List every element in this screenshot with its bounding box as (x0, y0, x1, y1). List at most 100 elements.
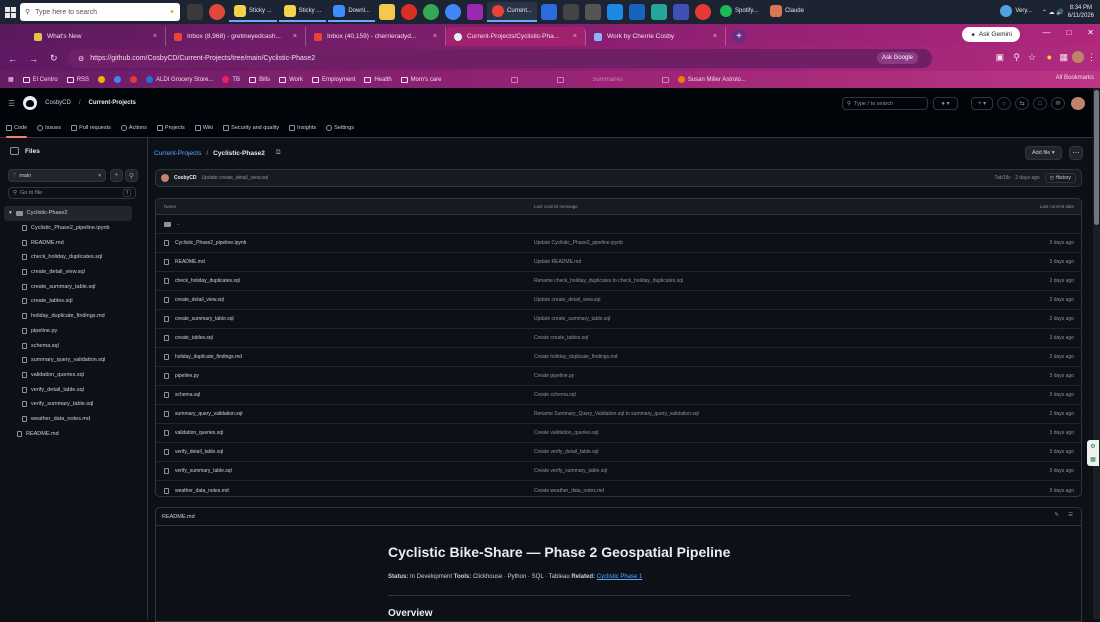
ask-google-button[interactable]: Ask Google (876, 52, 918, 64)
commit-message-link[interactable]: Create schema.sql (534, 392, 961, 398)
app-icon[interactable] (541, 4, 558, 20)
file-name-link[interactable]: summary_query_validation.sql (175, 411, 243, 417)
file-name-link[interactable]: create_detail_view.sql (175, 297, 224, 303)
parent-directory-row[interactable]: .. (156, 215, 1081, 234)
bookmark-folder[interactable]: El Centro (22, 76, 58, 83)
tab-security[interactable]: Security and quality (223, 118, 279, 138)
close-window-icon[interactable]: ✕ (1087, 28, 1094, 37)
table-row[interactable]: create_tables.sql Create create_tables.sq… (156, 329, 1081, 348)
browser-tab[interactable]: Inbox (8,968) - gretmeyedcash... × (166, 27, 306, 46)
close-icon[interactable]: × (153, 33, 157, 40)
commit-message-link[interactable]: Rename Summary_Query_Validation.sql to s… (534, 411, 961, 417)
bookmark-folder[interactable]: Health (364, 76, 392, 83)
pull-requests-icon[interactable]: ⇆ (1015, 97, 1029, 110)
repo-owner-link[interactable]: CosbyCD (45, 100, 71, 106)
tree-file[interactable]: pipeline.py (0, 324, 148, 339)
commit-message-link[interactable]: Update create_detail_view.sql (534, 297, 961, 303)
tab-pull-requests[interactable]: Pull requests (71, 118, 111, 138)
add-file-icon[interactable]: + (110, 169, 123, 182)
menu-icon[interactable]: ⋮ (1087, 52, 1096, 63)
tree-file[interactable]: check_holiday_duplicates.sql (0, 250, 148, 265)
cast-icon[interactable]: ▣ (995, 52, 1004, 63)
tree-file[interactable]: create_tables.sql (0, 294, 148, 309)
weather-widget[interactable]: Very... (995, 2, 1037, 22)
bookmark-link[interactable] (130, 76, 138, 83)
file-name-link[interactable]: holiday_duplicate_findings.md (175, 354, 242, 360)
tree-file[interactable]: README.md (0, 426, 148, 441)
file-name-link[interactable]: schema.sql (175, 392, 200, 398)
table-row[interactable]: holiday_duplicate_findings.md Create holi… (156, 348, 1081, 367)
table-row[interactable]: verify_detail_table.sql Create verify_det… (156, 443, 1081, 462)
taskbar-app-chrome[interactable]: Current... (487, 2, 538, 22)
history-button[interactable]: ◷ History (1044, 173, 1076, 183)
file-name-link[interactable]: pipeline.py (175, 373, 199, 379)
tab-code[interactable]: Code (6, 118, 28, 138)
commit-message-link[interactable]: Create validation_queries.sql (534, 430, 961, 436)
copilot-button[interactable]: ● ▾ (933, 97, 958, 110)
side-panel-toggle[interactable]: ⚙ ▦ (1087, 440, 1099, 466)
table-row[interactable]: pipeline.py Create pipeline.py 3 days ago (156, 367, 1081, 386)
browser-tab[interactable]: What's New × (26, 27, 166, 46)
app-icon[interactable] (629, 4, 646, 20)
file-name-link[interactable]: create_summary_table.sql (175, 316, 234, 322)
file-name-link[interactable]: Cyclistic_Phase2_pipeline.ipynb (175, 240, 246, 246)
file-name-link[interactable]: check_holiday_duplicates.sql (175, 278, 240, 284)
collapse-sidebar-icon[interactable] (10, 147, 19, 155)
bookmark-star-icon[interactable]: ☆ (1028, 52, 1036, 63)
clock[interactable]: 8:34 PM 6/11/2026 (1068, 4, 1094, 20)
tree-folder-cyclistic-phase2[interactable]: ▾ Cyclistic-Phase2 (4, 206, 132, 221)
system-tray-icons[interactable]: ⌃ ☁ 🔊 (1042, 9, 1064, 16)
app-icon[interactable] (695, 4, 712, 20)
close-icon[interactable]: × (573, 33, 577, 40)
taskbar-app-sticky-1[interactable]: Sticky ... (229, 2, 277, 22)
tree-file[interactable]: validation_queries.sql (0, 368, 148, 383)
hamburger-menu-icon[interactable]: ☰ (8, 99, 15, 108)
back-icon[interactable]: ← (8, 54, 17, 64)
github-logo-icon[interactable] (23, 96, 38, 110)
commit-message-link[interactable]: Create weather_data_notes.md (534, 488, 961, 494)
copy-path-icon[interactable]: ⧉ (276, 149, 281, 157)
bookmark-folder[interactable]: Employment (311, 76, 355, 83)
bookmark-link[interactable]: Summaries (593, 77, 623, 83)
forward-icon[interactable]: → (29, 54, 38, 64)
address-bar[interactable]: ⚙ https://github.com/CosbyCD/Current-Pro… (68, 49, 932, 68)
go-to-file-input[interactable]: ⚲ Go to file t (8, 187, 136, 199)
app-icon[interactable] (651, 4, 668, 20)
table-row[interactable]: create_summary_table.sql Update create_su… (156, 310, 1081, 329)
taskbar-app-claude[interactable]: Claude (765, 2, 809, 22)
taskbar-app-sticky-2[interactable]: Sticky ... (278, 2, 327, 22)
app-icon[interactable] (209, 4, 225, 20)
commit-message[interactable]: Update create_detail_view.sql (202, 175, 268, 181)
branch-selector[interactable]: ᛉ main ▾ (8, 169, 106, 182)
page-scrollbar[interactable] (1093, 88, 1100, 619)
tab-wiki[interactable]: Wiki (194, 118, 213, 138)
app-icon[interactable] (445, 4, 462, 20)
inbox-icon[interactable]: ✉ (1051, 97, 1065, 110)
site-info-icon[interactable]: ⚙ (78, 55, 84, 63)
app-icon[interactable] (673, 4, 690, 20)
commit-meta[interactable]: 7ab19c · 2 days ago (994, 175, 1039, 181)
tab-insights[interactable]: Insights (289, 118, 316, 138)
table-row[interactable]: verify_summary_table.sql Create verify_su… (156, 462, 1081, 481)
related-project-link[interactable]: Cyclistic Phase 1 (597, 574, 643, 580)
new-tab-button[interactable]: + (732, 29, 746, 43)
table-row[interactable]: create_detail_view.sql Update create_deta… (156, 291, 1081, 310)
file-explorer-icon[interactable] (379, 4, 396, 20)
commit-message-link[interactable]: Rename check_holiday_duplicates to check… (534, 278, 961, 284)
tab-actions[interactable]: Actions (120, 118, 147, 138)
app-icon[interactable] (607, 4, 624, 20)
extension-icon[interactable]: ● (1047, 52, 1052, 62)
table-row[interactable]: summary_query_validation.sql Rename Summa… (156, 405, 1081, 424)
tree-file[interactable]: verify_detail_table.sql (0, 382, 148, 397)
tree-file[interactable]: verify_summary_table.sql (0, 397, 148, 412)
chrome-icon[interactable] (423, 4, 440, 20)
tree-file[interactable]: holiday_duplicate_findings.md (0, 309, 148, 324)
notifications-icon[interactable]: □ (1033, 97, 1047, 110)
repo-name-link[interactable]: Current-Projects (89, 100, 136, 106)
bookmark-link[interactable]: ALDI Grocery Store... (146, 76, 213, 83)
bookmark-link[interactable] (114, 76, 122, 83)
commit-message-link[interactable]: Update README.md (534, 259, 961, 265)
tab-settings[interactable]: Settings (326, 118, 354, 138)
all-bookmarks-button[interactable]: All Bookmarks (1056, 75, 1094, 81)
bookmark-link[interactable] (556, 76, 564, 83)
